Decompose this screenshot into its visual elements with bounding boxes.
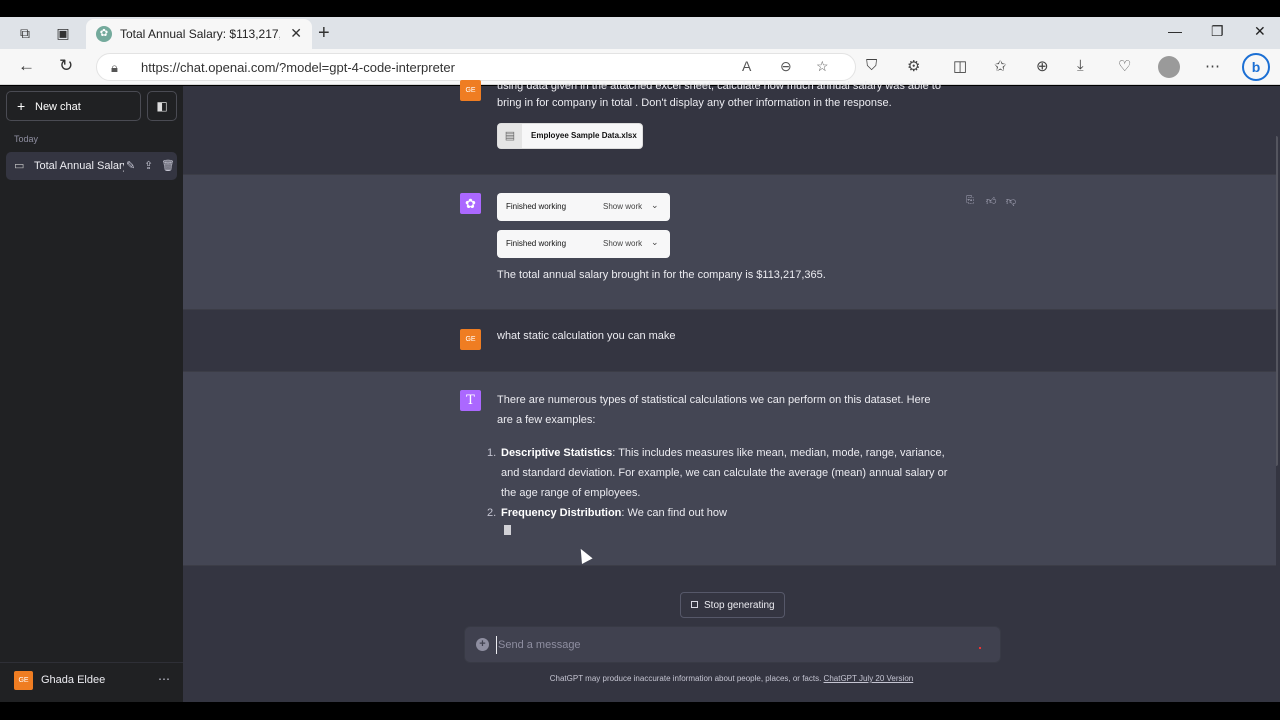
disclaimer-text: ChatGPT may produce inaccurate informati…: [549, 674, 822, 683]
message-composer: +: [464, 626, 1001, 663]
numbered-list: 1. Descriptive Statistics: This includes…: [483, 443, 953, 523]
window-close-icon[interactable]: ✕: [1254, 23, 1266, 40]
show-work-button[interactable]: Show work: [603, 202, 642, 211]
list-item: 2. Frequency Distribution: We can find o…: [483, 503, 953, 523]
work-status: Finished working: [506, 239, 567, 248]
close-icon[interactable]: ✕: [290, 25, 302, 42]
list-item-title: Descriptive Statistics: [501, 447, 613, 459]
file-attachment[interactable]: ▤ Employee Sample Data.xlsx: [497, 123, 643, 149]
thumbs-down-icon[interactable]: 👎︎: [1006, 195, 1016, 207]
shield-icon[interactable]: ⛉: [866, 57, 877, 74]
plus-icon: +: [17, 98, 26, 114]
work-status: Finished working: [506, 202, 567, 211]
lock-icon: 🔒︎: [111, 60, 118, 75]
share-icon[interactable]: ⇪: [144, 159, 153, 172]
downloads-icon[interactable]: ⤓: [1077, 57, 1084, 74]
user-name: Ghada Eldee: [41, 674, 106, 686]
top-frame: [0, 0, 1280, 17]
tab-actions-icon[interactable]: ▣: [54, 25, 72, 41]
user-message: GE what static calculation you can make: [183, 310, 1276, 371]
performance-icon[interactable]: ♡: [1118, 57, 1131, 75]
stop-icon: [691, 601, 698, 608]
chat-main: GE using data given in the attached exce…: [183, 80, 1280, 702]
show-work-button[interactable]: Show work: [603, 239, 642, 248]
bottom-frame: [0, 702, 1280, 720]
delete-icon[interactable]: 🗑︎: [161, 159, 175, 172]
chevron-down-icon: ⌄: [651, 237, 659, 247]
sidebar: + New chat ◧ Today ▭ Total Annual Salary…: [0, 86, 183, 702]
tab-title: Total Annual Salary: $113,217,365: [120, 27, 280, 41]
message-text: using data given in the attached excel s…: [497, 80, 941, 109]
message-text: what static calculation you can make: [497, 330, 676, 342]
sidebar-chat-item[interactable]: ▭ Total Annual Salary: ✎ ⇪ 🗑︎: [6, 152, 177, 180]
workspaces-icon[interactable]: ⧉: [16, 25, 34, 41]
file-icon: ▤: [498, 124, 522, 148]
edit-icon[interactable]: ✎: [126, 159, 135, 172]
chevron-down-icon: ⌄: [651, 200, 659, 210]
sidebar-toggle-icon[interactable]: ◧: [147, 91, 177, 121]
refresh-icon[interactable]: ↻: [59, 56, 73, 76]
list-number: 1.: [487, 447, 497, 459]
thumbs-up-icon[interactable]: 👍︎: [986, 195, 996, 207]
file-name: Employee Sample Data.xlsx: [531, 131, 637, 140]
read-aloud-icon[interactable]: A: [742, 58, 751, 74]
disclaimer: ChatGPT may produce inaccurate informati…: [183, 674, 1280, 683]
url-text: https://chat.openai.com/?model=gpt-4-cod…: [141, 60, 455, 75]
copy-icon[interactable]: ⎘: [966, 195, 974, 206]
favorite-icon[interactable]: ☆: [816, 58, 829, 75]
list-item: 1. Descriptive Statistics: This includes…: [483, 443, 953, 503]
new-chat-label: New chat: [35, 101, 81, 113]
favorites-icon[interactable]: ✩: [994, 57, 1007, 75]
avatar: GE: [460, 80, 481, 101]
avatar: GE: [460, 329, 481, 350]
version-link[interactable]: ChatGPT July 20 Version: [824, 674, 914, 683]
more-icon[interactable]: ⋯: [1205, 57, 1220, 75]
assistant-message: ✿ Finished working Show work ⌄ Finished …: [183, 174, 1276, 310]
chatgpt-favicon-icon: ✿: [96, 26, 112, 42]
back-icon[interactable]: ←: [18, 56, 35, 76]
plus-icon[interactable]: +: [318, 22, 330, 45]
restore-icon[interactable]: ❐: [1211, 23, 1224, 40]
streaming-cursor: [504, 525, 511, 535]
avatar: T: [460, 390, 481, 411]
message-input[interactable]: [496, 636, 966, 654]
list-item-title: Frequency Distribution: [501, 507, 622, 519]
avatar: GE: [14, 671, 33, 690]
user-message: GE using data given in the attached exce…: [183, 80, 1276, 174]
more-icon[interactable]: ⋯: [158, 672, 170, 686]
user-menu[interactable]: GE Ghada Eldee ⋯: [0, 662, 183, 696]
split-screen-icon[interactable]: ◫: [953, 57, 967, 75]
message-text: There are numerous types of statistical …: [497, 394, 931, 426]
loading-indicator: [979, 647, 981, 649]
code-work-panel[interactable]: Finished working Show work ⌄: [497, 230, 670, 258]
list-number: 2.: [487, 507, 497, 519]
profile-icon[interactable]: [1158, 56, 1180, 78]
new-chat-button[interactable]: + New chat: [6, 91, 141, 121]
chat-item-label: Total Annual Salary:: [34, 160, 124, 172]
chat-bubble-icon: ▭: [14, 160, 25, 172]
browser-tab[interactable]: ✿ Total Annual Salary: $113,217,365 ✕: [86, 19, 312, 49]
minimize-icon[interactable]: —: [1168, 23, 1182, 39]
list-item-text: : We can find out how: [621, 507, 727, 519]
section-label: Today: [14, 134, 39, 144]
browser-tabstrip: ⧉ ▣ ✿ Total Annual Salary: $113,217,365 …: [0, 17, 1280, 49]
stop-generating-button[interactable]: Stop generating: [680, 592, 785, 618]
message-text: The total annual salary brought in for t…: [497, 269, 826, 281]
extensions-icon[interactable]: ⚙: [907, 57, 920, 75]
stop-label: Stop generating: [704, 600, 775, 611]
chatgpt-logo-icon: ✿: [460, 193, 481, 214]
bing-icon[interactable]: b: [1242, 53, 1270, 81]
collections-icon[interactable]: ⊕: [1036, 57, 1049, 75]
code-work-panel[interactable]: Finished working Show work ⌄: [497, 193, 670, 221]
assistant-message: T There are numerous types of statistica…: [183, 371, 1276, 566]
zoom-icon[interactable]: ⊖: [780, 58, 792, 75]
add-attachment-icon[interactable]: +: [476, 638, 489, 651]
